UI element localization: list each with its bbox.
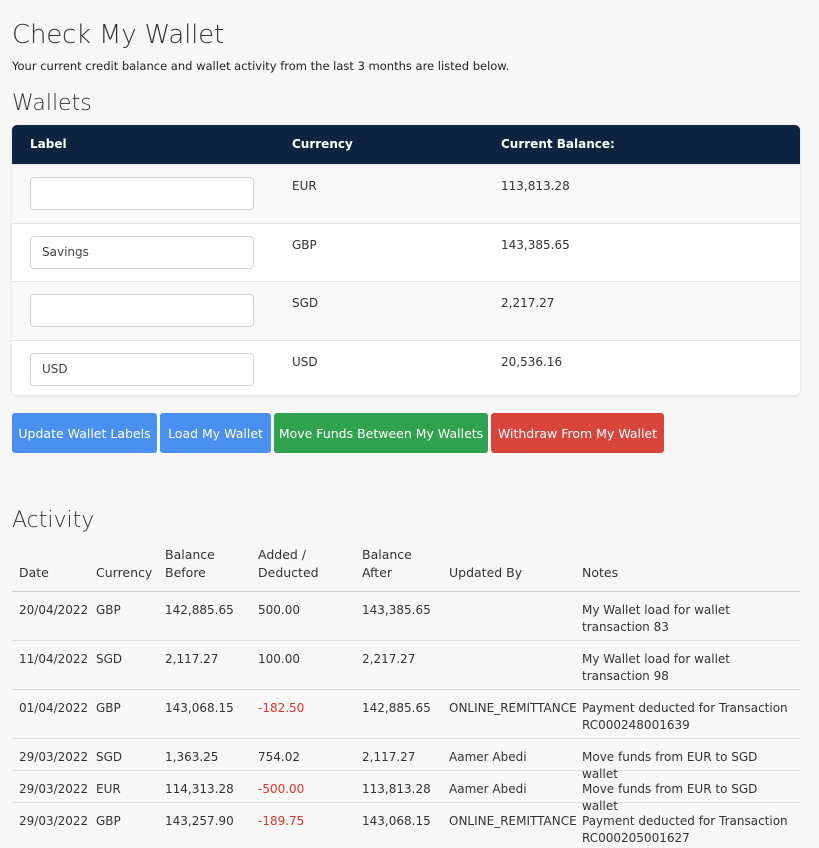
- cell-date: 01/04/2022: [19, 701, 89, 715]
- wallet-currency: USD: [292, 354, 318, 369]
- header-label: Label: [30, 137, 67, 151]
- cell-balance-before: 1,363.25: [165, 750, 219, 764]
- table-row: 29/03/2022 GBP 143,257.90 -189.75 143,06…: [12, 803, 800, 848]
- cell-balance-after: 143,068.15: [362, 814, 431, 828]
- cell-currency: SGD: [96, 750, 123, 764]
- table-row: 20/04/2022 GBP 142,885.65 500.00 143,385…: [12, 592, 800, 641]
- wallet-currency: EUR: [292, 179, 317, 193]
- header-balance-after: Balance After: [362, 547, 412, 580]
- update-wallet-labels-button[interactable]: Update Wallet Labels: [12, 413, 157, 453]
- cell-balance-after: 2,217.27: [362, 652, 416, 666]
- cell-balance-before: 143,068.15: [165, 701, 234, 715]
- load-my-wallet-button[interactable]: Load My Wallet: [160, 413, 271, 453]
- wallet-row-sgd: SGD 2,217.27: [12, 281, 800, 340]
- cell-notes: Payment deducted for Transaction RC00024…: [582, 701, 788, 732]
- wallet-balance: 20,536.16: [501, 354, 563, 369]
- header-current-balance: Current Balance:: [501, 137, 615, 151]
- wallet-currency: GBP: [292, 237, 317, 252]
- table-row: 29/03/2022 SGD 1,363.25 754.02 2,117.27 …: [12, 739, 800, 781]
- cell-balance-before: 114,313.28: [165, 782, 234, 796]
- cell-currency: EUR: [96, 782, 121, 796]
- wallet-label-input-eur[interactable]: [30, 177, 254, 210]
- header-balance-before: Balance Before: [165, 547, 215, 580]
- wallet-label-input-gbp[interactable]: [30, 235, 254, 269]
- header-date: Date: [19, 565, 49, 580]
- cell-balance-after: 143,385.65: [362, 603, 431, 617]
- move-funds-button[interactable]: Move Funds Between My Wallets: [274, 413, 488, 453]
- cell-balance-after: 142,885.65: [362, 701, 431, 715]
- cell-currency: GBP: [96, 701, 121, 715]
- wallet-balance: 143,385.65: [501, 237, 570, 252]
- cell-updated-by: Aamer Abedi: [449, 782, 527, 796]
- cell-date: 29/03/2022: [19, 814, 89, 828]
- page-subtitle: Your current credit balance and wallet a…: [12, 59, 510, 73]
- page-title: Check My Wallet: [12, 20, 224, 50]
- cell-updated-by: ONLINE_REMITTANCE: [449, 701, 577, 715]
- cell-updated-by: Aamer Abedi: [449, 750, 527, 764]
- wallet-balance: 113,813.28: [501, 179, 570, 193]
- cell-added-deducted: 500.00: [258, 603, 300, 617]
- cell-date: 11/04/2022: [19, 652, 89, 666]
- wallet-row-eur: EUR 113,813.28: [12, 164, 800, 223]
- table-row: 01/04/2022 GBP 143,068.15 -182.50 142,88…: [12, 690, 800, 739]
- cell-currency: SGD: [96, 652, 123, 666]
- cell-date: 20/04/2022: [19, 603, 89, 617]
- wallet-label-input-sgd[interactable]: [30, 294, 254, 327]
- header-added-deducted: Added / Deducted: [258, 547, 319, 580]
- cell-notes: My Wallet load for wallet transaction 83: [582, 603, 730, 634]
- cell-balance-after: 113,813.28: [362, 782, 431, 796]
- activity-table: Date Currency Balance Before Added / Deduc…: [12, 545, 800, 848]
- cell-date: 29/03/2022: [19, 782, 89, 796]
- table-row: 11/04/2022 SGD 2,117.27 100.00 2,217.27 …: [12, 641, 800, 690]
- cell-added-deducted: -189.75: [258, 814, 305, 828]
- wallets-table-header: Label Currency Current Balance:: [12, 125, 800, 164]
- cell-notes: My Wallet load for wallet transaction 98: [582, 652, 730, 683]
- cell-balance-after: 2,117.27: [362, 750, 416, 764]
- cell-balance-before: 143,257.90: [165, 814, 234, 828]
- wallet-label-input-usd[interactable]: [30, 352, 254, 386]
- cell-notes: Payment deducted for Transaction RC00020…: [582, 814, 788, 845]
- cell-updated-by: ONLINE_REMITTANCE: [449, 814, 577, 828]
- cell-balance-before: 2,117.27: [165, 652, 219, 666]
- header-notes: Notes: [582, 565, 619, 580]
- header-updated-by: Updated By: [449, 565, 523, 580]
- cell-added-deducted: 100.00: [258, 652, 300, 666]
- wallet-currency: SGD: [292, 296, 319, 310]
- wallet-balance: 2,217.27: [501, 296, 555, 310]
- cell-added-deducted: -500.00: [258, 782, 305, 796]
- cell-added-deducted: 754.02: [258, 750, 300, 764]
- header-currency: Currency: [96, 565, 153, 580]
- cell-added-deducted: -182.50: [258, 701, 305, 715]
- activity-heading: Activity: [12, 508, 95, 533]
- wallet-row-gbp: GBP 143,385.65: [12, 222, 800, 281]
- table-row: 29/03/2022 EUR 114,313.28 -500.00 113,81…: [12, 771, 800, 813]
- withdraw-button[interactable]: Withdraw From My Wallet: [491, 413, 664, 453]
- activity-table-header: Date Currency Balance Before Added / Deduc…: [12, 545, 800, 592]
- wallet-row-usd: USD 20,536.16: [12, 339, 800, 395]
- cell-currency: GBP: [96, 603, 121, 617]
- cell-balance-before: 142,885.65: [165, 603, 234, 617]
- cell-date: 29/03/2022: [19, 750, 89, 764]
- header-currency: Currency: [292, 137, 353, 151]
- wallets-table: Label Currency Current Balance: EUR 113,…: [12, 125, 800, 395]
- wallets-heading: Wallets: [12, 91, 92, 116]
- cell-currency: GBP: [96, 814, 121, 828]
